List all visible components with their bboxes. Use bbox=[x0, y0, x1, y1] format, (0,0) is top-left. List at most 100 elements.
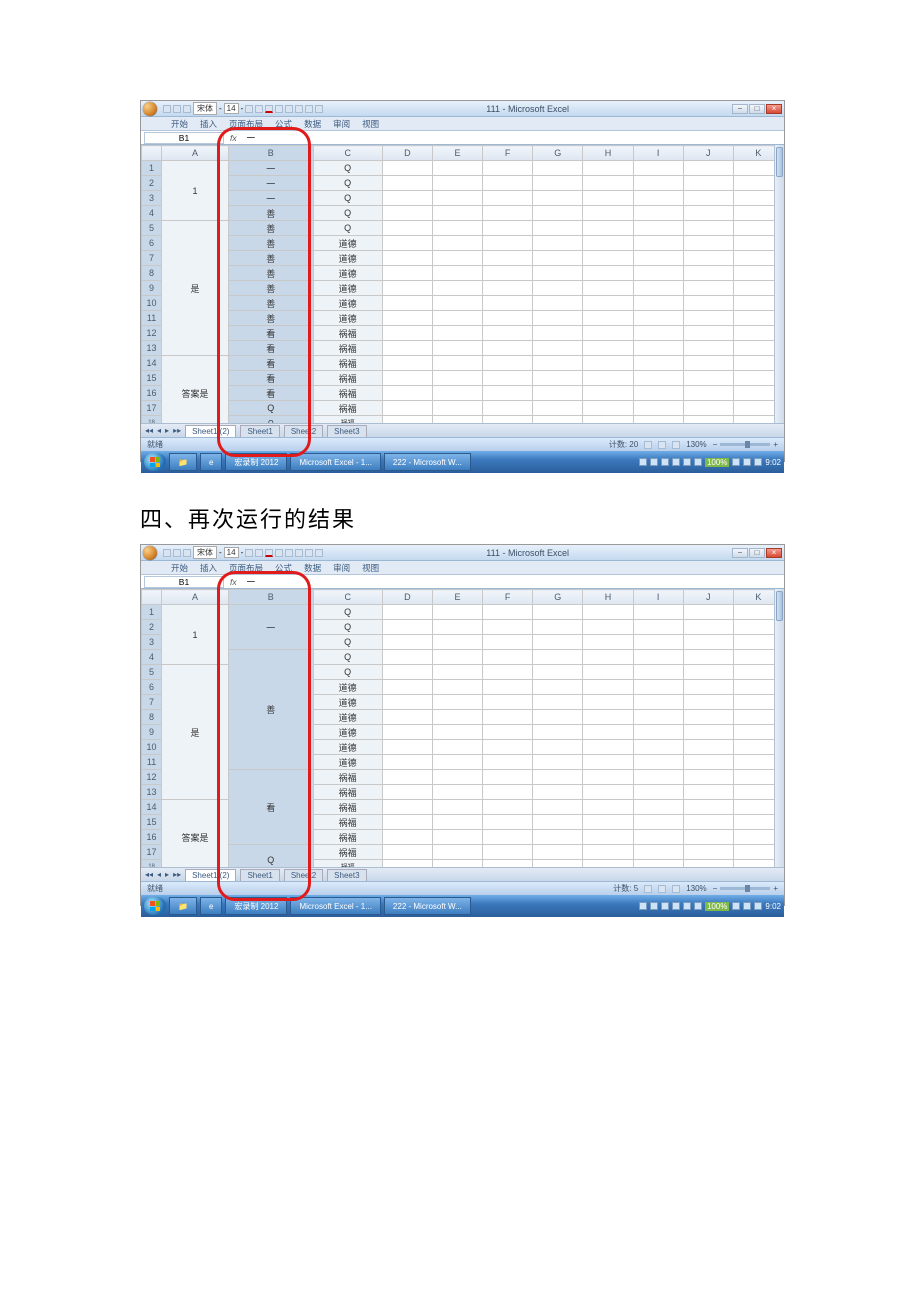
tray-icon[interactable] bbox=[732, 902, 740, 910]
nav-prev-icon[interactable]: ◂ bbox=[157, 426, 161, 435]
cell[interactable]: 道德 bbox=[313, 311, 382, 326]
taskbar-item[interactable]: e bbox=[200, 453, 222, 471]
tray-icon[interactable] bbox=[639, 458, 647, 466]
cell[interactable]: 道德 bbox=[313, 266, 382, 281]
vertical-scrollbar[interactable] bbox=[774, 589, 784, 867]
view-normal-icon[interactable] bbox=[644, 441, 652, 449]
col-header-j[interactable]: J bbox=[683, 146, 733, 161]
select-all-cell[interactable] bbox=[142, 590, 162, 605]
maximize-button[interactable]: □ bbox=[749, 548, 765, 558]
col-header-d[interactable]: D bbox=[382, 146, 432, 161]
cell[interactable]: 祸福 bbox=[313, 770, 382, 785]
merge-icon[interactable] bbox=[275, 549, 283, 557]
col-header-e[interactable]: E bbox=[432, 590, 482, 605]
name-box[interactable]: B1 bbox=[144, 132, 224, 144]
cell[interactable]: 祸福 bbox=[313, 785, 382, 800]
zoom-slider[interactable]: −+ bbox=[713, 440, 778, 449]
borders-icon[interactable] bbox=[245, 549, 253, 557]
cell[interactable]: 祸福 bbox=[313, 341, 382, 356]
formula-bar[interactable]: 一 bbox=[243, 132, 784, 144]
cell[interactable]: 祸福 bbox=[313, 860, 382, 868]
borders-icon[interactable] bbox=[245, 105, 253, 113]
cell[interactable]: Q bbox=[313, 161, 382, 176]
formula-bar[interactable]: 一 bbox=[243, 576, 784, 588]
cell[interactable]: 祸福 bbox=[313, 830, 382, 845]
cell[interactable]: 道德 bbox=[313, 740, 382, 755]
nav-first-icon[interactable]: ◂◂ bbox=[145, 426, 153, 435]
cell[interactable]: 祸福 bbox=[313, 356, 382, 371]
merge-icon[interactable] bbox=[275, 105, 283, 113]
cell[interactable]: 道德 bbox=[313, 725, 382, 740]
taskbar-item[interactable]: Microsoft Excel - 1... bbox=[290, 897, 380, 915]
font-name[interactable]: 宋体 bbox=[193, 102, 217, 115]
undo-icon[interactable] bbox=[173, 549, 181, 557]
col-header-i[interactable]: I bbox=[633, 146, 683, 161]
tab-review[interactable]: 审阅 bbox=[333, 118, 350, 130]
view-layout-icon[interactable] bbox=[658, 441, 666, 449]
font-name[interactable]: 宋体 bbox=[193, 546, 217, 559]
taskbar-item[interactable]: e bbox=[200, 897, 222, 915]
sheet-tab[interactable]: Sheet3 bbox=[327, 425, 366, 437]
col-header-g[interactable]: G bbox=[533, 590, 583, 605]
tab-data[interactable]: 数据 bbox=[304, 562, 321, 574]
taskbar-item[interactable]: 222 - Microsoft W... bbox=[384, 897, 471, 915]
zoom-slider[interactable]: −+ bbox=[713, 884, 778, 893]
cell[interactable]: Q bbox=[313, 176, 382, 191]
font-color-icon[interactable] bbox=[265, 105, 273, 113]
undo-icon[interactable] bbox=[173, 105, 181, 113]
tab-insert[interactable]: 插入 bbox=[200, 118, 217, 130]
view-normal-icon[interactable] bbox=[644, 885, 652, 893]
taskbar-item[interactable]: Microsoft Excel - 1... bbox=[290, 453, 380, 471]
cell[interactable]: 祸福 bbox=[313, 371, 382, 386]
cell[interactable]: Q bbox=[313, 635, 382, 650]
col-header-f[interactable]: F bbox=[483, 146, 533, 161]
fill-color-icon[interactable] bbox=[255, 105, 263, 113]
cell[interactable]: 祸福 bbox=[313, 416, 382, 424]
nav-first-icon[interactable]: ◂◂ bbox=[145, 870, 153, 879]
col-header-d[interactable]: D bbox=[382, 590, 432, 605]
tab-review[interactable]: 审阅 bbox=[333, 562, 350, 574]
col-header-i[interactable]: I bbox=[633, 590, 683, 605]
cell[interactable]: Q bbox=[313, 221, 382, 236]
cell[interactable]: 道德 bbox=[313, 236, 382, 251]
cell[interactable]: Q bbox=[313, 620, 382, 635]
start-button[interactable] bbox=[144, 453, 166, 471]
cell[interactable]: Q bbox=[313, 650, 382, 665]
tray-icon[interactable] bbox=[743, 902, 751, 910]
tab-insert[interactable]: 插入 bbox=[200, 562, 217, 574]
redo-icon[interactable] bbox=[183, 549, 191, 557]
view-break-icon[interactable] bbox=[672, 441, 680, 449]
nav-next-icon[interactable]: ▸ bbox=[165, 870, 169, 879]
taskbar-item[interactable]: 222 - Microsoft W... bbox=[384, 453, 471, 471]
cell[interactable]: 道德 bbox=[313, 296, 382, 311]
sort-icon[interactable] bbox=[295, 105, 303, 113]
vertical-scrollbar[interactable] bbox=[774, 145, 784, 423]
tab-home[interactable]: 开始 bbox=[171, 562, 188, 574]
col-header-h[interactable]: H bbox=[583, 146, 633, 161]
nav-last-icon[interactable]: ▸▸ bbox=[173, 870, 181, 879]
save-icon[interactable] bbox=[163, 549, 171, 557]
start-button[interactable] bbox=[144, 897, 166, 915]
tray-icon[interactable] bbox=[672, 902, 680, 910]
view-break-icon[interactable] bbox=[672, 885, 680, 893]
cell[interactable]: Q bbox=[313, 206, 382, 221]
cell[interactable]: 祸福 bbox=[313, 815, 382, 830]
col-header-h[interactable]: H bbox=[583, 590, 633, 605]
tab-view[interactable]: 视图 bbox=[362, 118, 379, 130]
tray-icon[interactable] bbox=[694, 458, 702, 466]
cell[interactable]: 祸福 bbox=[313, 386, 382, 401]
cell[interactable]: Q bbox=[313, 665, 382, 680]
minimize-button[interactable]: − bbox=[732, 104, 748, 114]
tray-icon[interactable] bbox=[683, 458, 691, 466]
nav-next-icon[interactable]: ▸ bbox=[165, 426, 169, 435]
redo-icon[interactable] bbox=[183, 105, 191, 113]
cell[interactable]: 道德 bbox=[313, 251, 382, 266]
align-icon[interactable] bbox=[285, 105, 293, 113]
cell[interactable]: 祸福 bbox=[313, 326, 382, 341]
sort-icon[interactable] bbox=[295, 549, 303, 557]
sum-icon[interactable] bbox=[315, 105, 323, 113]
filter-icon[interactable] bbox=[305, 549, 313, 557]
col-header-c[interactable]: C bbox=[313, 146, 382, 161]
font-size[interactable]: 14 bbox=[224, 547, 239, 558]
clock[interactable]: 9:02 bbox=[765, 458, 781, 467]
